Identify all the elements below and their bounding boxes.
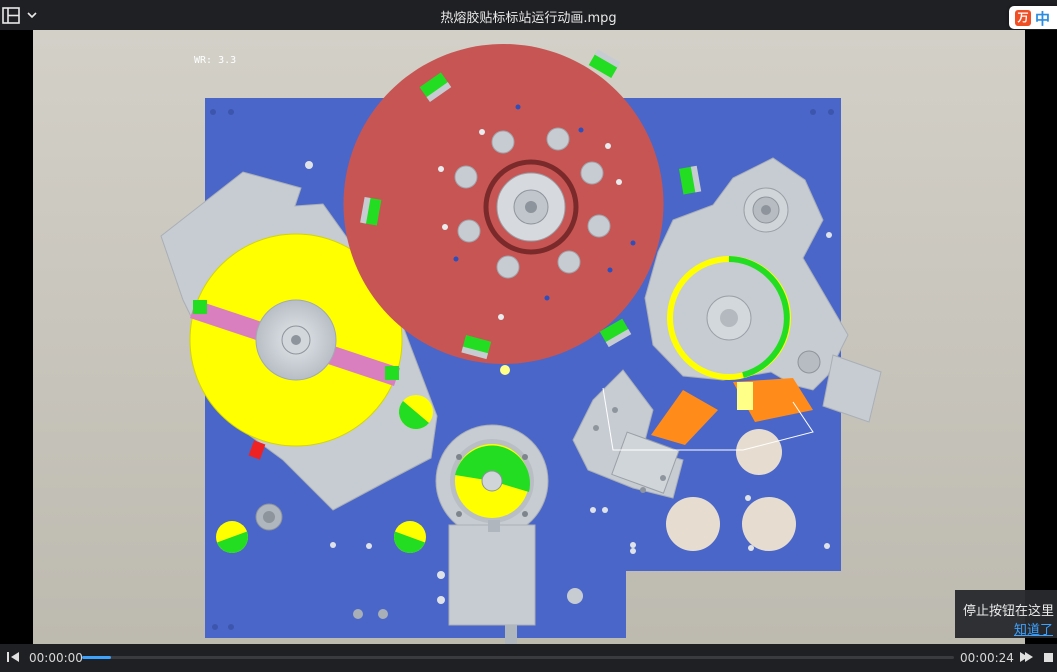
next-frame-button[interactable] [1018,649,1034,665]
window-title: 热熔胶贴标标站运行动画.mpg [440,11,617,26]
video-frame: WR: 3.3 [33,30,1025,644]
stop-button[interactable] [1041,649,1057,665]
ime-mode-label: 中 [1035,10,1051,28]
current-time: 00:00:00 [29,651,83,665]
ime-logo-icon: 万 [1015,10,1031,26]
ime-indicator[interactable]: 万 中 [1009,6,1057,29]
video-area[interactable]: WR: 3.3 [0,30,1057,644]
tooltip-text: 停止按钮在这里 [963,604,1055,619]
prev-frame-icon [7,652,19,662]
progress-fill [82,656,111,659]
prev-frame-button[interactable] [5,649,21,665]
tooltip-dismiss-link[interactable]: 知道了 [1014,619,1053,638]
next-frame-icon [1020,652,1033,662]
stop-button-tooltip: 停止按钮在这里 知道了 [955,590,1057,638]
progress-bar[interactable] [82,656,954,659]
speed-overlay-text: WR: 3.3 [194,55,236,66]
total-time: 00:00:24 [960,651,1014,665]
stop-icon [1044,653,1053,662]
title-bar: 热熔胶贴标标站运行动画.mpg 万 中 [0,0,1057,30]
player-controls: 00:00:00 00:00:24 [0,644,1057,672]
